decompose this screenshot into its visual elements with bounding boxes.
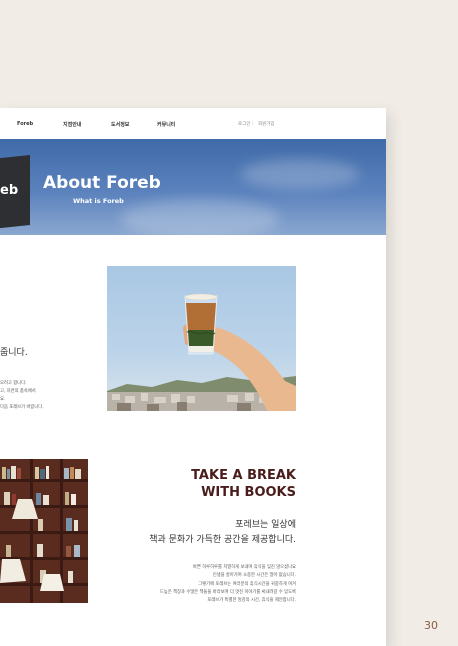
intro-cut-mark: · [0, 286, 1, 296]
body-line: 포레브가 특별한 멍강의 시간, 휴식을 제안합니다. [207, 598, 296, 604]
hero-banner: eb About Foreb What is Foreb [0, 139, 386, 235]
break-title-line1: TAKE A BREAK [189, 468, 298, 483]
bookshelf-photo [0, 459, 88, 603]
body-line: 드높은 책장과 수많은 책들을 바라보며 더 멋진 이야기를 써내려갈 수 있도… [159, 589, 296, 595]
nav-item-community[interactable]: 커뮤니티 [157, 121, 175, 128]
nav-divider: | [252, 121, 254, 126]
body-line: 인생을 살아가며 소중한 시간은 많아 없습니다. [212, 573, 296, 579]
body-line: 바쁜 하루하루를 치열하게 보내며 휴식을 잊진 않으셨나요 [192, 565, 296, 570]
signup-link[interactable]: 회원가입 [258, 121, 275, 127]
nav-item-foreb[interactable]: Foreb [17, 121, 33, 127]
page-number: 30 [424, 619, 438, 632]
bookshelf-illustration [0, 459, 88, 603]
intro-body-line: 오려고 합니다. [0, 381, 27, 386]
store-sign-text: eb [0, 183, 19, 198]
nav-item-books[interactable]: 도서정보 [111, 121, 129, 128]
webpage-mockup: Foreb 지점안내 도서정보 커뮤니티 로그인 | 회원가입 eb About… [0, 108, 386, 646]
intro-body-line: 고, 자연의 품속에서 [0, 389, 36, 394]
intro-body-line: 다음 포레브가 바랍니다. [0, 405, 44, 410]
body-line: 그렇기에 포레브는 여러분의 휴식시간을 귀중하게 여겨 [198, 581, 296, 587]
cloud-shape [120, 199, 280, 235]
break-body-text: 바쁜 하루하루를 치열하게 보내며 휴식을 잊진 않으셨나요 인생을 살아가며 … [160, 564, 296, 605]
take-a-break-heading: TAKE A BREAK WITH BOOKS [189, 467, 298, 501]
intro-body-line: 요. [0, 397, 6, 402]
login-link[interactable]: 로그인 [238, 121, 250, 127]
lead-line: 책과 문화가 가득한 공간을 제공합니다. [149, 535, 296, 545]
hero-subtitle: What is Foreb [73, 197, 124, 205]
break-lead-text: 포레브는 일상에 책과 문화가 가득한 공간을 제공합니다. [149, 518, 296, 548]
iced-coffee-photo [107, 266, 296, 411]
nav-item-locations[interactable]: 지점안내 [63, 121, 81, 128]
intro-heading-fragment: 줍니다. [0, 348, 28, 358]
hero-title: About Foreb [43, 173, 161, 193]
top-navigation: Foreb 지점안내 도서정보 커뮤니티 로그인 | 회원가입 [0, 108, 386, 140]
cloud-shape [240, 159, 360, 189]
break-title-line2: WITH BOOKS [199, 485, 298, 500]
iced-coffee-illustration [107, 293, 296, 411]
lead-line: 포레브는 일상에 [235, 520, 296, 530]
